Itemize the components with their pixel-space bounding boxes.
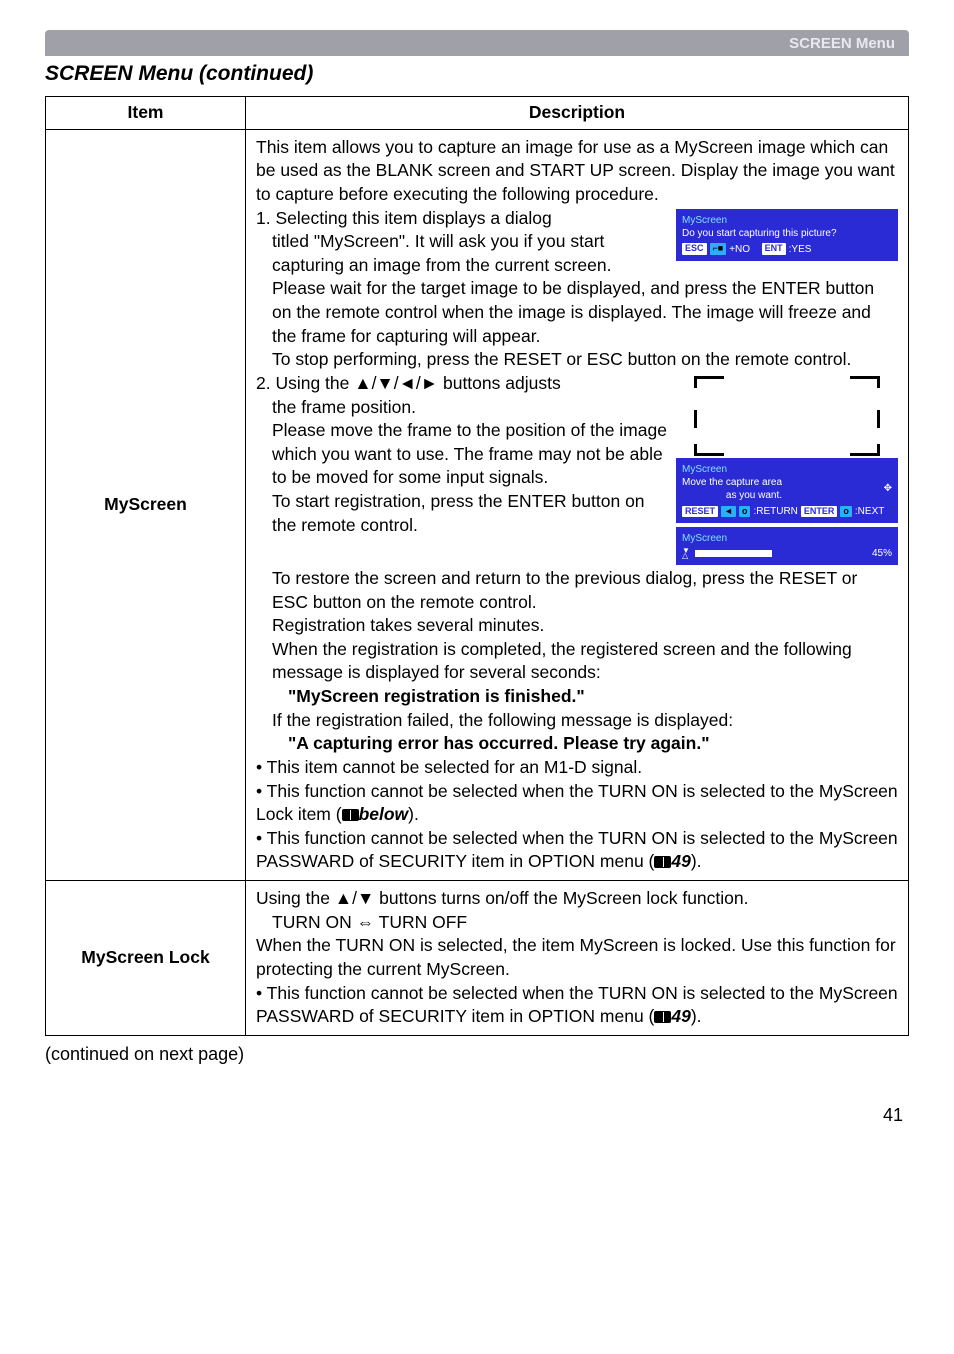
continued-note: (continued on next page) [45, 1044, 909, 1065]
myscreen-b3c: ). [691, 851, 702, 871]
crop-corner-br [850, 444, 880, 456]
myscreen-b2b: below [359, 804, 409, 824]
dlg1-ent: ENT [762, 243, 786, 255]
crop-mid-l [694, 410, 697, 428]
myscreen-s1c: Please wait for the target image to be d… [272, 278, 874, 345]
key-icon-4: o [840, 506, 852, 518]
dlg2-line2: as you want. [682, 489, 782, 502]
lock-b1b: 49 [671, 1006, 690, 1026]
dlg2-line1: Move the capture area [682, 476, 782, 489]
crop-corner-bl [694, 444, 724, 456]
progress-bar [694, 549, 868, 558]
desc-myscreen-lock: Using the ▲/▼ buttons turns on/off the M… [246, 881, 909, 1036]
myscreen-s1b: titled "MyScreen". It will ask you if yo… [272, 231, 611, 275]
crop-frame-graphic: MyScreen Move the capture area as you wa… [676, 376, 898, 565]
dialog-progress: MyScreen ▼ △ 45% [676, 527, 898, 565]
lock-p1: Using the ▲/▼ buttons turns on/off the M… [256, 888, 749, 908]
key-icon-3: o [739, 506, 751, 518]
item-myscreen-lock: MyScreen Lock [46, 881, 246, 1036]
dlg3-percent: 45% [872, 547, 892, 560]
myscreen-s2g: When the registration is completed, the … [272, 639, 852, 683]
dlg1-title: MyScreen [682, 214, 892, 227]
myscreen-msg2: "A capturing error has occurred. Please … [288, 733, 710, 753]
col-header-item: Item [46, 97, 246, 130]
desc-myscreen: This item allows you to capture an image… [246, 129, 909, 880]
triangle-up-icon: △ [682, 553, 690, 559]
myscreen-p1: This item allows you to capture an image… [256, 137, 895, 204]
crop-mid-r [877, 410, 880, 428]
progress-fill [695, 550, 772, 557]
dlg2-reset: RESET [682, 506, 718, 518]
dlg2-next: :NEXT [855, 505, 884, 518]
myscreen-b2c: ). [408, 804, 419, 824]
myscreen-s1d: To stop performing, press the RESET or E… [272, 349, 851, 369]
book-icon-3 [654, 1011, 671, 1023]
myscreen-b1: • This item cannot be selected for an M1… [256, 757, 642, 777]
header-bar: SCREEN Menu [45, 30, 909, 56]
header-bar-label: SCREEN Menu [789, 35, 895, 52]
dlg3-title: MyScreen [682, 532, 892, 545]
dlg2-return: :RETURN [753, 505, 797, 518]
myscreen-s2d: To start registration, press the ENTER b… [272, 491, 645, 535]
myscreen-s2h: If the registration failed, the followin… [272, 710, 733, 730]
book-icon [342, 809, 359, 821]
dlg1-body: Do you start capturing this picture? [682, 227, 892, 240]
dialog-move-area: MyScreen Move the capture area as you wa… [676, 458, 898, 523]
crop-corner-tr [850, 376, 880, 388]
dlg2-enter: ENTER [801, 506, 838, 518]
arrows-4way-icon: ✥ [884, 482, 892, 495]
section-title: SCREEN Menu (continued) [45, 62, 909, 86]
dlg1-esc: ESC [682, 243, 707, 255]
lock-b1a: • This function cannot be selected when … [256, 983, 898, 1027]
myscreen-s2b: the frame position. [272, 397, 416, 417]
dlg2-title: MyScreen [682, 463, 892, 476]
myscreen-s2f: Registration takes several minutes. [272, 615, 544, 635]
main-table: Item Description MyScreen This item allo… [45, 96, 909, 1036]
myscreen-s2a: 2. Using the ▲/▼/◄/► buttons adjusts [256, 373, 561, 393]
lock-b1c: ). [691, 1006, 702, 1026]
myscreen-s1a: 1. Selecting this item displays a dialog [256, 208, 552, 228]
myscreen-s2c: Please move the frame to the position of… [272, 420, 667, 487]
key-icon: ⌐■ [710, 243, 727, 255]
page-number: 41 [45, 1105, 909, 1126]
myscreen-s2e: To restore the screen and return to the … [272, 568, 857, 612]
lock-toggle: TURN ON ⇔ TURN OFF [272, 912, 467, 932]
crop-corner-tl [694, 376, 724, 388]
key-icon-2: ◄ [721, 506, 736, 518]
row-myscreen-lock: MyScreen Lock Using the ▲/▼ buttons turn… [46, 881, 909, 1036]
myscreen-b3a: • This function cannot be selected when … [256, 828, 898, 872]
col-header-description: Description [246, 97, 909, 130]
myscreen-b3b: 49 [671, 851, 690, 871]
lock-p2: When the TURN ON is selected, the item M… [256, 935, 896, 979]
book-icon-2 [654, 856, 671, 868]
dlg1-no: +NO [729, 243, 750, 256]
dlg1-yes: :YES [789, 243, 812, 256]
row-myscreen: MyScreen This item allows you to capture… [46, 129, 909, 880]
item-myscreen: MyScreen [46, 129, 246, 880]
dialog-capture-confirm: MyScreen Do you start capturing this pic… [676, 209, 898, 261]
myscreen-msg1: "MyScreen registration is finished." [288, 686, 585, 706]
